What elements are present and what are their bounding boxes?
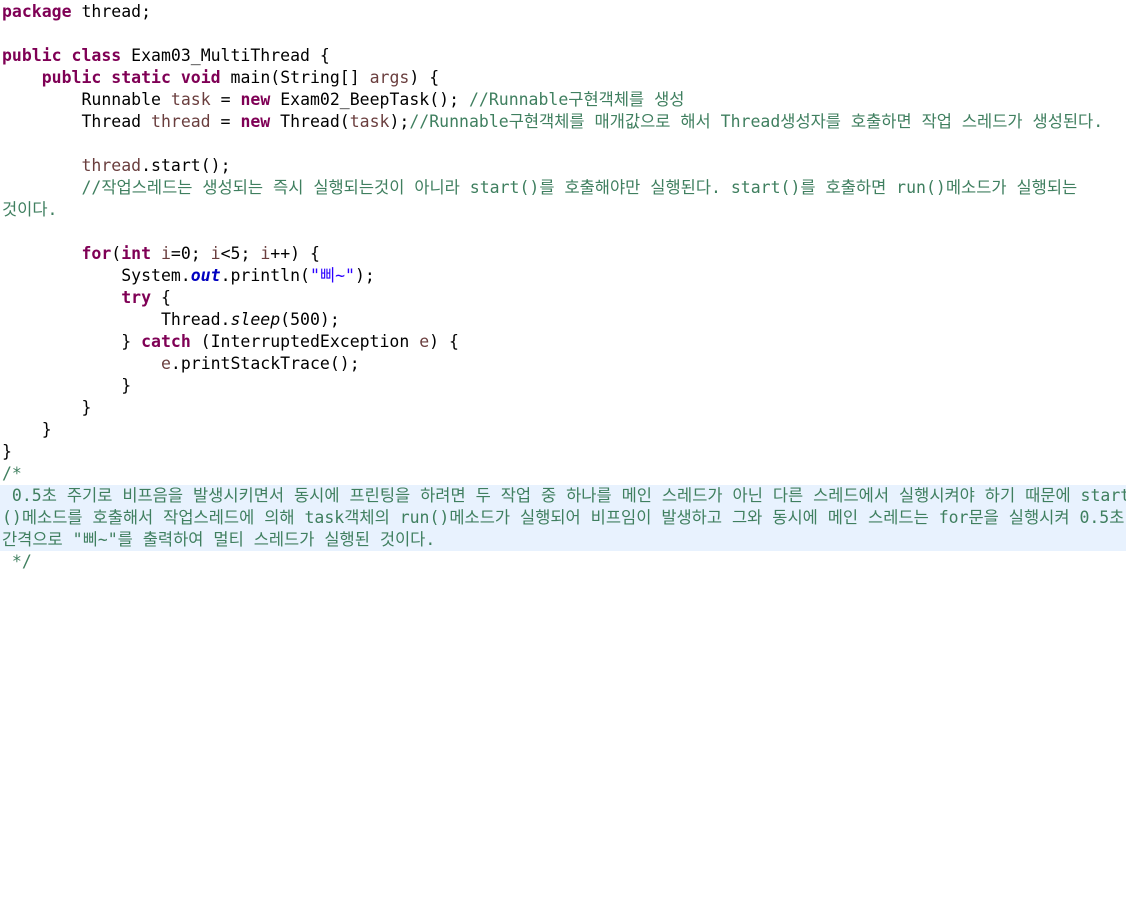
code-line[interactable]: Thread thread = new Thread(task);//Runna… — [2, 111, 1103, 133]
static-field-token: out — [190, 266, 221, 285]
comment-token: 간격으로 "삐~"를 출력하여 멀티 스레드가 실행된 것이다. — [2, 530, 436, 549]
comment-token: //작업스레드는 생성되는 즉시 실행되는것이 아니라 start()를 호출해… — [81, 178, 1078, 197]
keyword-token: for — [81, 244, 112, 263]
code-token: = — [210, 90, 241, 109]
variable-token: i — [210, 244, 221, 263]
code-token: Thread. — [2, 310, 231, 329]
code-token: ++) { — [270, 244, 320, 263]
keyword-token: static — [111, 68, 171, 87]
keyword-token: class — [71, 46, 122, 65]
code-token: Runnable — [2, 90, 171, 109]
string-token: "삐~" — [309, 266, 355, 285]
variable-token: thread — [81, 156, 142, 175]
code-token: .println( — [220, 266, 310, 285]
code-line[interactable]: } — [2, 397, 91, 419]
code-line[interactable]: 것이다. — [2, 199, 57, 221]
keyword-token: package — [2, 2, 72, 21]
code-token: ); — [354, 266, 375, 285]
code-token: <5; — [220, 244, 261, 263]
comment-token: //Runnable구현객체를 생성 — [468, 90, 685, 109]
comment-token: */ — [2, 552, 32, 571]
code-line[interactable]: ()메소드를 호출해서 작업스레드에 의해 task객체의 run()메소드가 … — [2, 507, 1124, 529]
code-token: = — [210, 112, 241, 131]
code-line[interactable]: package thread; — [2, 1, 151, 23]
code-line[interactable]: } — [2, 375, 131, 397]
code-token: thread; — [71, 2, 152, 21]
code-token: System. — [2, 266, 191, 285]
code-token: ) { — [409, 68, 440, 87]
keyword-token: try — [121, 288, 152, 307]
code-token: .printStackTrace(); — [170, 354, 360, 373]
keyword-token: public — [2, 46, 62, 65]
variable-token: i — [260, 244, 271, 263]
code-token: .start(); — [141, 156, 231, 175]
code-line[interactable]: Thread.sleep(500); — [2, 309, 340, 331]
keyword-token: new — [240, 90, 271, 109]
static-method-token: sleep — [230, 310, 281, 329]
variable-token: e — [419, 332, 430, 351]
code-line[interactable]: } — [2, 419, 52, 441]
code-token: } — [2, 442, 12, 461]
keyword-token: public — [41, 68, 102, 87]
code-line[interactable]: //작업스레드는 생성되는 즉시 실행되는것이 아니라 start()를 호출해… — [2, 177, 1077, 199]
variable-token: e — [160, 354, 171, 373]
comment-token: 것이다. — [2, 200, 58, 219]
variable-token: args — [369, 68, 410, 87]
code-line[interactable]: */ — [2, 551, 32, 573]
code-token: Exam02_BeepTask(); — [270, 90, 469, 109]
comment-token: /* — [2, 464, 22, 483]
code-line[interactable]: 간격으로 "삐~"를 출력하여 멀티 스레드가 실행된 것이다. — [2, 529, 435, 551]
code-token: { — [151, 288, 171, 307]
code-editor[interactable]: package thread; public class Exam03_Multi… — [0, 0, 1126, 916]
keyword-token: catch — [141, 332, 191, 351]
code-line[interactable]: public static void main(String[] args) { — [2, 67, 439, 89]
code-token: } — [2, 420, 52, 439]
code-token: Exam03_MultiThread { — [121, 46, 330, 65]
keyword-token: int — [121, 244, 152, 263]
code-token: main(String[] — [220, 68, 370, 87]
comment-token: 0.5초 주기로 비프음을 발생시키면서 동시에 프린팅을 하려면 두 작업 중… — [2, 486, 1126, 505]
code-line[interactable]: } catch (InterruptedException e) { — [2, 331, 459, 353]
code-line[interactable]: for(int i=0; i<5; i++) { — [2, 243, 320, 265]
variable-token: task — [170, 90, 211, 109]
code-line[interactable]: } — [2, 441, 12, 463]
code-token: (InterruptedException — [190, 332, 420, 351]
code-line[interactable]: thread.start(); — [2, 155, 231, 177]
code-token: ) { — [429, 332, 459, 351]
variable-token: i — [160, 244, 171, 263]
code-token: Thread — [2, 112, 152, 131]
code-line[interactable]: 0.5초 주기로 비프음을 발생시키면서 동시에 프린팅을 하려면 두 작업 중… — [2, 485, 1126, 507]
comment-token: ()메소드를 호출해서 작업스레드에 의해 task객체의 run()메소드가 … — [2, 508, 1125, 527]
code-token: } — [2, 398, 92, 417]
code-line[interactable]: e.printStackTrace(); — [2, 353, 360, 375]
code-token: ( — [111, 244, 122, 263]
code-line[interactable]: try { — [2, 287, 171, 309]
variable-token: task — [349, 112, 390, 131]
code-token: =0; — [170, 244, 211, 263]
keyword-token: void — [180, 68, 221, 87]
code-line[interactable]: /* — [2, 463, 22, 485]
code-token: ); — [389, 112, 410, 131]
comment-token: //Runnable구현객체를 매개값으로 해서 Thread생성자를 호출하면… — [409, 112, 1104, 131]
code-line[interactable]: System.out.println("삐~"); — [2, 265, 375, 287]
code-token: } — [2, 332, 142, 351]
code-token: (500); — [280, 310, 340, 329]
code-line[interactable]: public class Exam03_MultiThread { — [2, 45, 330, 67]
code-token: Thread( — [270, 112, 350, 131]
code-line[interactable]: Runnable task = new Exam02_BeepTask(); /… — [2, 89, 685, 111]
code-token: } — [2, 376, 132, 395]
variable-token: thread — [151, 112, 211, 131]
keyword-token: new — [240, 112, 271, 131]
